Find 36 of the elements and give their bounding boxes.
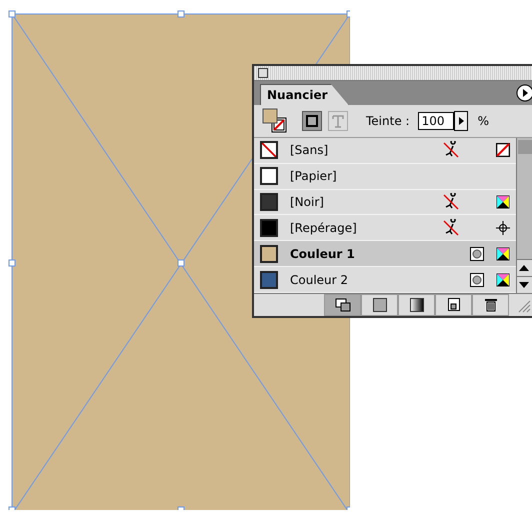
fill-stroke-icon[interactable] (262, 108, 288, 134)
cmyk-icon (496, 195, 510, 210)
no-color-icon (496, 143, 510, 158)
swatch-name: Couleur 1 (290, 246, 356, 261)
scroll-bar[interactable] (516, 138, 532, 293)
swatch-name: Couleur 2 (290, 272, 350, 287)
trash-icon (482, 298, 498, 312)
tint-field[interactable]: 100 (418, 112, 454, 130)
swatch-name: [Repérage] (290, 220, 358, 235)
panel-menu-icon[interactable] (516, 84, 532, 102)
cmyk-icon (496, 272, 510, 287)
container-icon[interactable] (302, 111, 322, 131)
new-page-icon (446, 298, 462, 312)
square-icon (372, 298, 388, 312)
swatch-name: [Papier] (290, 169, 338, 184)
show-color-button[interactable] (361, 294, 398, 316)
stacked-squares-icon (332, 298, 352, 312)
tint-label: Teinte : (366, 114, 410, 128)
cmyk-icon (496, 246, 510, 261)
registration-icon (496, 220, 510, 235)
show-gradient-button[interactable] (398, 294, 435, 316)
swatch-row[interactable]: [Papier] (254, 164, 516, 190)
gradient-icon (408, 298, 424, 312)
title-bar[interactable] (254, 66, 532, 81)
close-box[interactable] (258, 68, 268, 78)
swatch-row[interactable]: [Sans] (254, 138, 516, 164)
panel-tab[interactable]: Nuancier (260, 84, 349, 105)
swatch-row[interactable]: Couleur 2 (254, 267, 516, 293)
swatch-name: [Sans] (290, 143, 330, 158)
swatch-row[interactable]: Couleur 1 (254, 241, 516, 268)
delete-button[interactable] (472, 294, 509, 316)
swatch-name: [Noir] (290, 195, 325, 210)
percent-label: % (478, 114, 489, 128)
new-swatch-button[interactable] (435, 294, 472, 316)
show-all-button[interactable] (324, 294, 361, 316)
swatch-row[interactable]: [Noir] (254, 190, 516, 216)
